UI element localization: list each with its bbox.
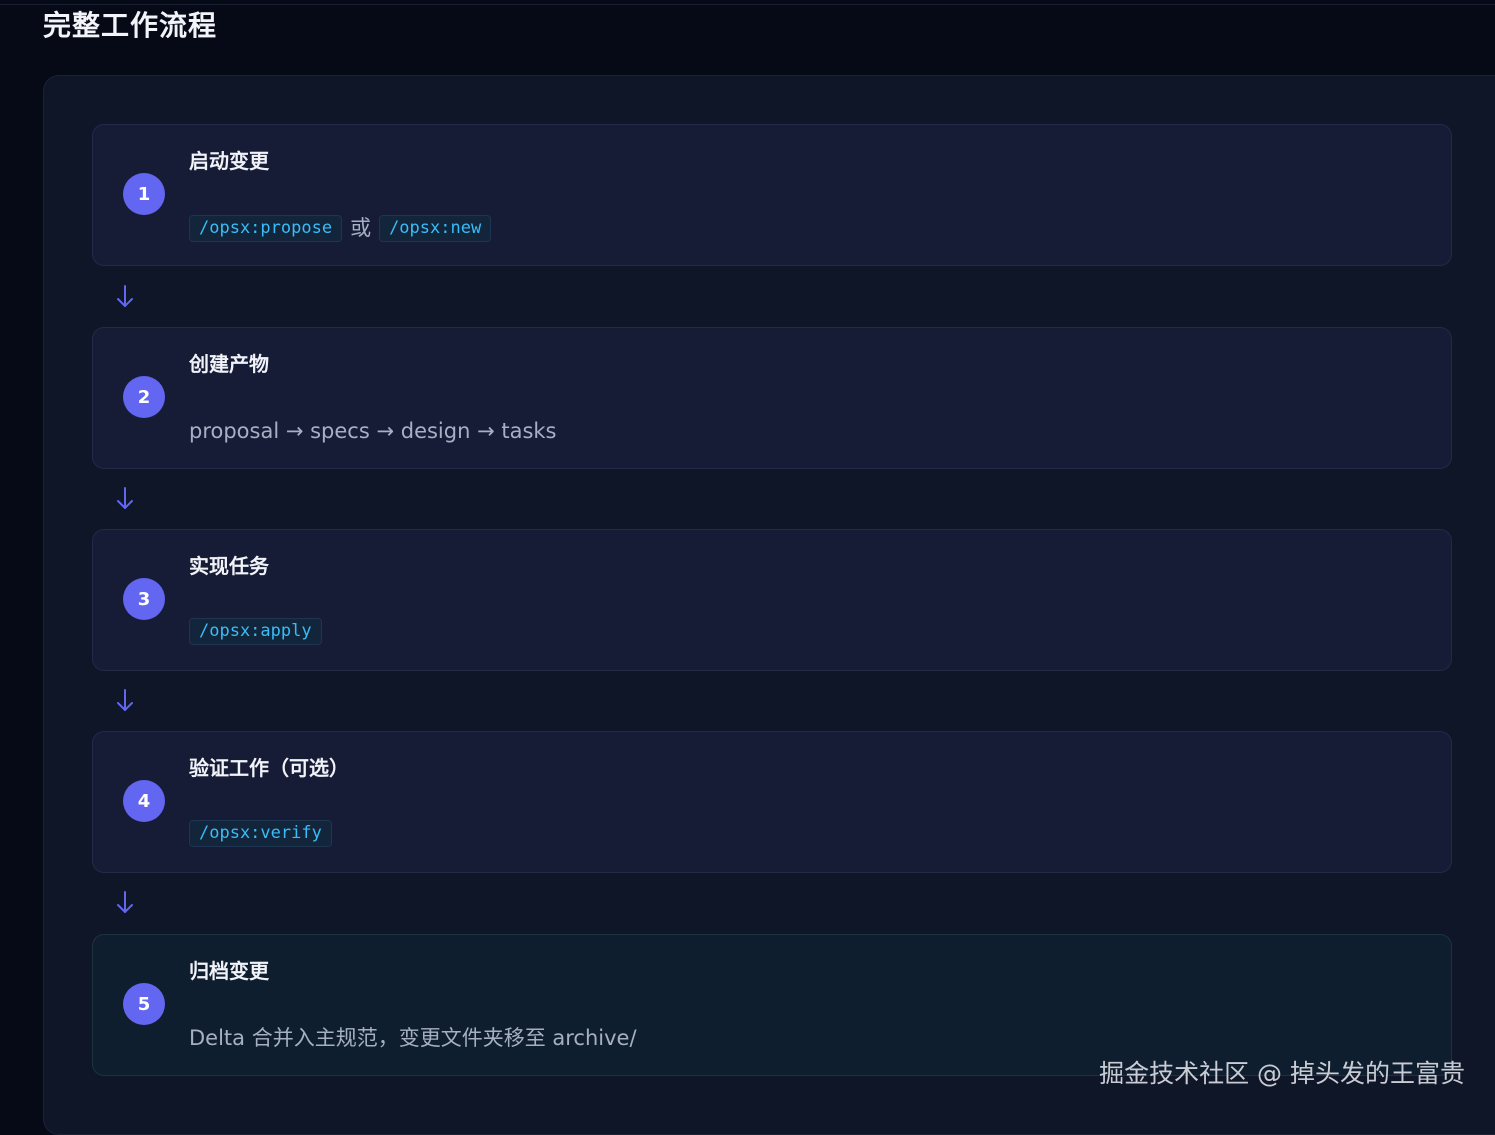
step-title: 实现任务 [189,554,269,578]
arrow-down-icon [117,689,133,711]
step-card-create-artifacts: 2 创建产物 proposal → specs → design → tasks [92,327,1452,469]
step-title: 启动变更 [189,149,269,173]
step-number-badge: 5 [123,983,165,1025]
step-card-verify-work: 4 验证工作（可选） /opsx:verify [92,731,1452,873]
step-number-badge: 3 [123,578,165,620]
step-number-badge: 4 [123,780,165,822]
arrow-down-icon [117,891,133,913]
step-commands: /opsx:verify [189,820,332,847]
step-card-implement-tasks: 3 实现任务 /opsx:apply [92,529,1452,671]
step-title: 归档变更 [189,959,269,983]
command-chip-apply: /opsx:apply [189,618,322,645]
step-title: 验证工作（可选） [189,756,349,780]
command-chip-verify: /opsx:verify [189,820,332,847]
step-description: proposal → specs → design → tasks [189,419,557,443]
step-description: Delta 合并入主规范，变更文件夹移至 archive/ [189,1026,637,1050]
step-card-archive-change: 5 归档变更 Delta 合并入主规范，变更文件夹移至 archive/ [92,934,1452,1076]
step-number-badge: 2 [123,376,165,418]
command-chip-propose: /opsx:propose [189,214,343,242]
step-card-start-change: 1 启动变更 /opsx:propose 或 /opsx:new [92,124,1452,266]
step-number-badge: 1 [123,173,165,215]
step-commands: /opsx:propose 或 /opsx:new [189,213,492,243]
page-title: 完整工作流程 [43,9,218,42]
step-title: 创建产物 [189,352,269,376]
command-connector: 或 [350,216,372,240]
top-divider [0,4,1495,5]
step-commands: /opsx:apply [189,618,322,645]
command-chip-new: /opsx:new [379,214,492,242]
arrow-down-icon [117,285,133,307]
arrow-down-icon [117,487,133,509]
watermark: 掘金技术社区 @ 掉头发的王富贵 [1099,1059,1465,1088]
